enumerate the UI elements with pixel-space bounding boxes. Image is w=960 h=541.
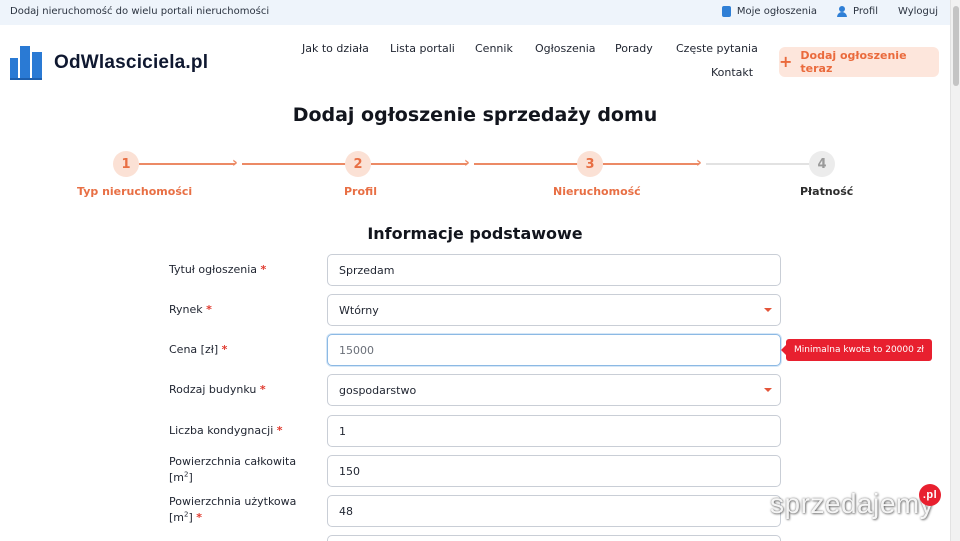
step-3-circle[interactable]: 3	[577, 151, 603, 177]
usable-area-input[interactable]: 48	[327, 495, 781, 527]
building-type-select[interactable]: gospodarstwo	[327, 374, 781, 406]
logout-link[interactable]: Wyloguj	[898, 6, 938, 17]
top-bar-tagline: Dodaj nieruchomość do wielu portali nier…	[10, 6, 270, 17]
top-bar: Dodaj nieruchomość do wielu portali nier…	[0, 0, 950, 25]
step-2-circle[interactable]: 2	[345, 151, 371, 177]
profile-label: Profil	[853, 6, 878, 17]
usable-area-label: Powierzchnia użytkowa [m2] *	[169, 495, 297, 524]
price-input-value: 15000	[339, 343, 374, 357]
step-connector	[474, 163, 578, 165]
brand-name: OdWlasciciela.pl	[54, 52, 209, 73]
nav-item-contact[interactable]: Kontakt	[711, 66, 753, 79]
buildings-logo-icon	[10, 46, 42, 80]
site-logo[interactable]: OdWlasciciela.pl	[10, 46, 208, 80]
step-connector	[139, 163, 235, 165]
nav-item-how-it-works[interactable]: Jak to działa	[302, 42, 369, 55]
total-area-input[interactable]: 150	[327, 455, 781, 487]
scrollbar-thumb[interactable]	[953, 6, 959, 86]
step-2-label: Profil	[344, 185, 377, 198]
step-4-label: Płatność	[800, 185, 854, 198]
title-input-value: Sprzedam	[339, 263, 395, 277]
my-listings-link[interactable]: Moje ogłoszenia	[721, 6, 818, 17]
price-label: Cena [zł] *	[169, 343, 228, 356]
top-bar-links: Moje ogłoszenia Profil Wyloguj	[721, 6, 938, 17]
price-error-tooltip: Minimalna kwota to 20000 zł	[781, 339, 932, 361]
next-field-input[interactable]	[327, 535, 781, 541]
usable-area-value: 48	[339, 504, 353, 518]
progress-stepper: › › › 1 2 3 4 Typ nieruchomości Profil N…	[0, 150, 950, 210]
nav-item-portals[interactable]: Lista portali	[390, 42, 455, 55]
floors-input[interactable]: 1	[327, 415, 781, 447]
watermark-text: sprzedajemy	[770, 488, 935, 519]
chevron-down-icon	[764, 388, 772, 392]
my-listings-label: Moje ogłoszenia	[736, 6, 818, 17]
step-connector	[242, 163, 346, 165]
profile-link[interactable]: Profil	[837, 6, 878, 17]
section-title: Informacje podstawowe	[367, 224, 583, 243]
nav-item-advice[interactable]: Porady	[615, 42, 653, 55]
arrow-right-icon: ›	[232, 155, 238, 171]
page-scrollbar[interactable]	[950, 0, 960, 541]
step-1-label: Typ nieruchomości	[77, 185, 193, 198]
step-3-label: Nieruchomość	[553, 185, 641, 198]
arrow-right-icon: ›	[696, 155, 702, 171]
market-select-value: Wtórny	[339, 303, 379, 317]
listings-icon	[721, 6, 731, 17]
logout-label: Wyloguj	[898, 6, 938, 17]
arrow-right-icon: ›	[464, 155, 470, 171]
market-label: Rynek *	[169, 303, 212, 316]
floors-label: Liczba kondygnacji *	[169, 424, 283, 437]
building-type-value: gospodarstwo	[339, 383, 417, 397]
market-select[interactable]: Wtórny	[327, 294, 781, 326]
step-connector	[706, 163, 810, 165]
add-listing-label: Dodaj ogłoszenie teraz	[800, 49, 907, 75]
step-4-circle: 4	[809, 151, 835, 177]
building-type-label: Rodzaj budynku *	[169, 383, 266, 396]
step-connector	[371, 163, 467, 165]
watermark-badge: .pl	[919, 484, 941, 506]
nav-item-listings[interactable]: Ogłoszenia	[535, 42, 596, 55]
watermark: sprzedajemy .pl	[770, 484, 941, 520]
plus-icon: +	[779, 52, 793, 71]
page-title: Dodaj ogłoszenie sprzedaży domu	[292, 104, 658, 126]
step-1-circle[interactable]: 1	[113, 151, 139, 177]
add-listing-button[interactable]: + Dodaj ogłoszenie teraz	[779, 47, 939, 77]
total-area-label: Powierzchnia całkowita [m2]	[169, 455, 297, 484]
total-area-value: 150	[339, 464, 360, 478]
floors-input-value: 1	[339, 424, 346, 438]
user-icon	[837, 6, 848, 17]
step-connector	[603, 163, 699, 165]
title-input[interactable]: Sprzedam	[327, 254, 781, 286]
price-input[interactable]: 15000	[327, 334, 781, 366]
title-label: Tytuł ogłoszenia *	[169, 263, 267, 276]
nav-item-pricing[interactable]: Cennik	[475, 42, 513, 55]
chevron-down-icon	[764, 308, 772, 312]
nav-item-faq[interactable]: Częste pytania	[676, 42, 758, 55]
